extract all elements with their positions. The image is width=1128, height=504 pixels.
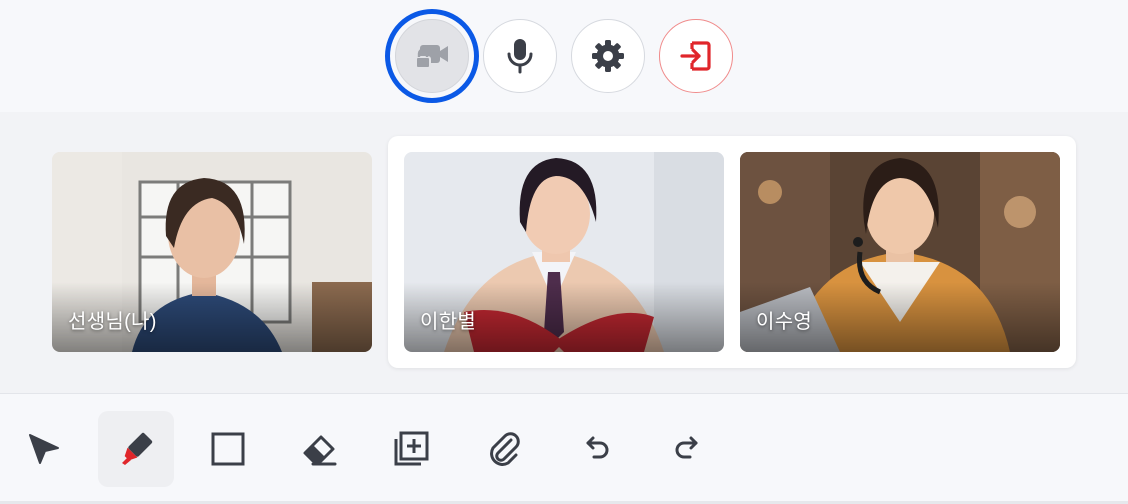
participant-name: 이한별	[420, 311, 477, 333]
rectangle-tool-button[interactable]	[190, 411, 266, 487]
attachment-icon	[490, 432, 520, 466]
camera-locked-icon	[415, 45, 448, 69]
highlighter-tool-button[interactable]	[98, 411, 174, 487]
pointer-icon	[29, 434, 59, 464]
exit-icon	[680, 41, 711, 71]
leave-class-button[interactable]	[659, 19, 733, 93]
redo-icon	[675, 436, 698, 459]
participant-name: 이수영	[756, 311, 813, 333]
add-page-tool-button[interactable]	[374, 411, 450, 487]
mic-icon	[507, 39, 533, 74]
pointer-tool-button[interactable]	[6, 411, 82, 487]
rectangle-icon	[211, 432, 245, 466]
settings-button[interactable]	[571, 19, 645, 93]
camera-button-face	[395, 19, 469, 93]
eraser-icon	[303, 435, 337, 466]
drawing-toolbar	[0, 393, 1128, 504]
redo-button[interactable]	[650, 411, 726, 487]
student-video-tile[interactable]: 이한별	[404, 152, 724, 352]
camera-toggle-button[interactable]	[385, 9, 479, 103]
add-page-icon	[394, 431, 429, 466]
eraser-tool-button[interactable]	[281, 411, 357, 487]
highlighter-icon	[122, 432, 153, 465]
participant-name: 선생님(나)	[68, 311, 157, 333]
undo-icon	[586, 436, 609, 459]
mic-toggle-button[interactable]	[483, 19, 557, 93]
gear-icon	[592, 40, 624, 72]
teacher-video-tile[interactable]: 선생님(나)	[52, 152, 372, 352]
undo-button[interactable]	[558, 411, 634, 487]
call-controls-bar	[0, 0, 1128, 112]
attach-file-button[interactable]	[466, 411, 542, 487]
video-area: 선생님(나) 이한별 이수영	[0, 112, 1128, 393]
student-video-tile[interactable]: 이수영	[740, 152, 1060, 352]
